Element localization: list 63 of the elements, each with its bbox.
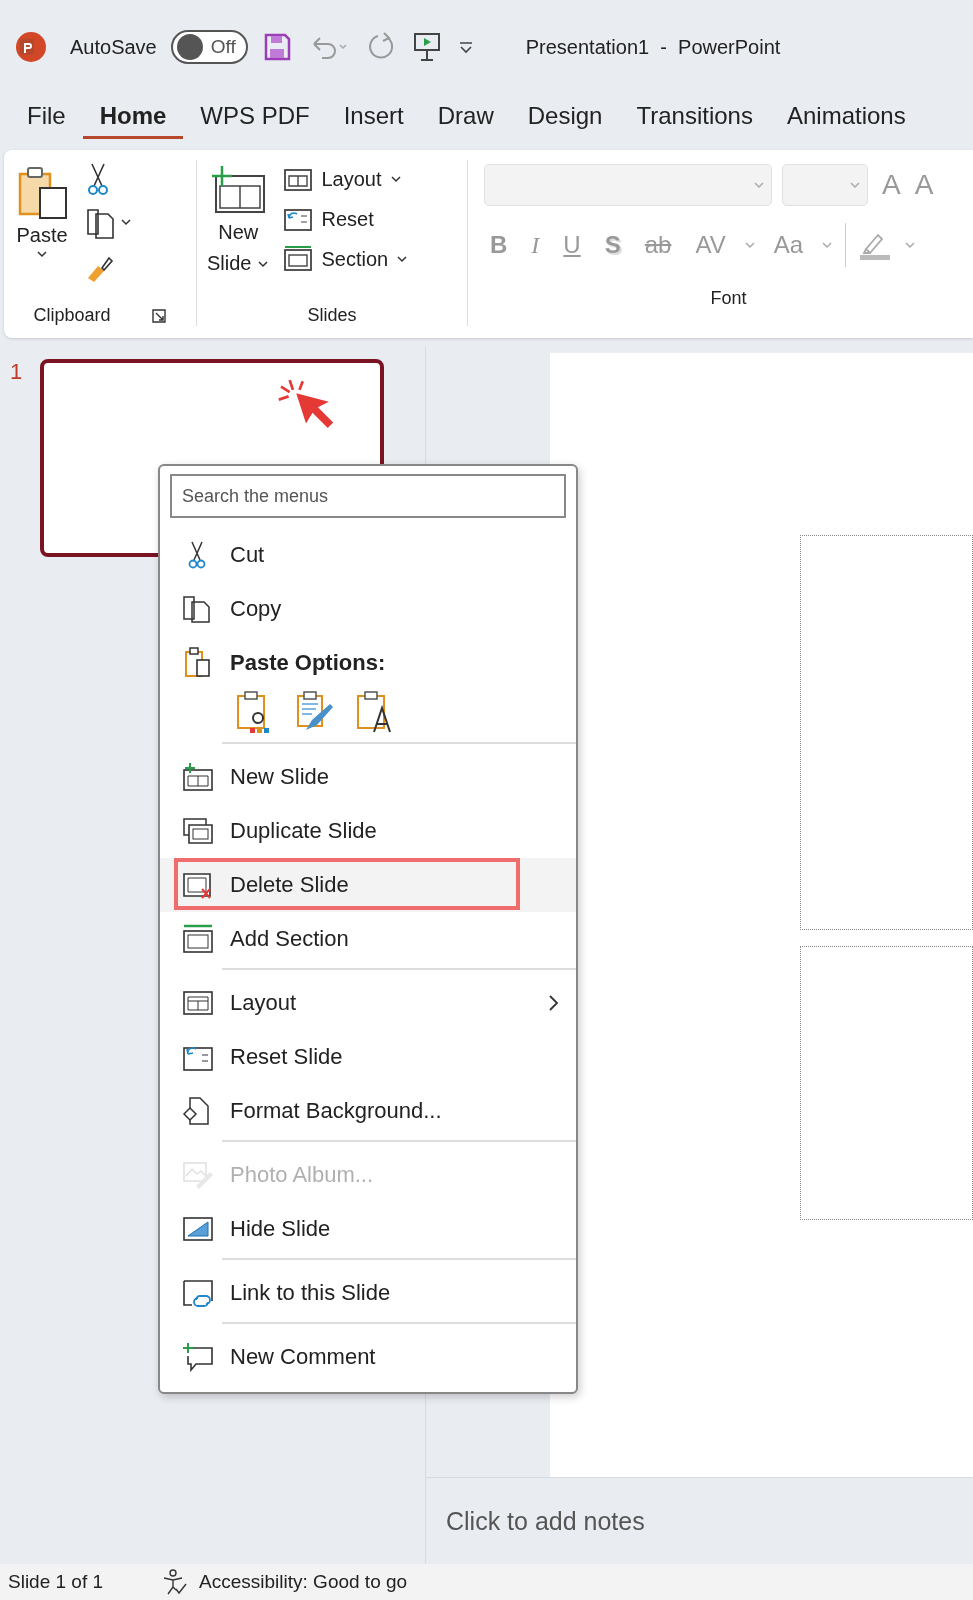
app-logo-icon [14, 30, 48, 64]
slide-count: Slide 1 of 1 [8, 1571, 104, 1593]
duplicate-slide-icon [182, 816, 214, 846]
paste-button[interactable]: Paste [14, 160, 70, 299]
new-comment-icon [182, 1342, 214, 1372]
menu-item[interactable]: Layout [160, 966, 576, 1030]
slide-number: 1 [10, 359, 23, 386]
slide-layout-icon [283, 166, 314, 192]
chevron-down-icon [849, 180, 861, 190]
menu-section-title: Paste Options: [230, 650, 386, 676]
section-icon [182, 924, 214, 954]
accessibility-status[interactable]: Accessibility: Good to go [199, 1571, 408, 1593]
notes-placeholder[interactable]: Click to add notes [446, 1506, 645, 1536]
search-field[interactable]: Search the menus [170, 474, 566, 518]
window-title: Presentation1 - PowerPoint [525, 35, 781, 59]
menu-item[interactable]: Add Section [160, 912, 576, 966]
group-label: Font [710, 288, 747, 309]
ribbon-tab[interactable]: Animations [769, 94, 923, 139]
chevron-down-icon [396, 254, 409, 264]
present-icon[interactable] [411, 31, 442, 63]
ribbon-tab[interactable]: File [10, 94, 83, 139]
menu-item[interactable]: New Comment [160, 1320, 576, 1384]
ribbon-tab[interactable]: Transitions [619, 94, 770, 139]
reset-slide-icon [283, 206, 314, 232]
menu-item[interactable]: Delete Slide [160, 858, 576, 912]
new-slide-button[interactable]: New Slide [207, 160, 270, 299]
ribbon-tab[interactable]: Draw [420, 94, 511, 139]
dialog-launcher-icon[interactable] [150, 307, 167, 324]
delete-slide-icon [182, 870, 214, 900]
group-label: Slides [307, 305, 357, 326]
ribbon-button[interactable]: Section [283, 246, 409, 272]
ribbon-tab[interactable]: WPS PDF [183, 94, 327, 139]
group-label: Clipboard [33, 305, 111, 326]
slide-layout-icon [182, 988, 214, 1018]
chevron-down-icon [753, 180, 765, 190]
ribbon-tab[interactable]: Design [510, 94, 620, 139]
chevron-down-icon [904, 240, 916, 250]
chevron-down-icon [743, 240, 756, 250]
menu-item[interactable]: Copy [160, 582, 576, 636]
menu-item[interactable]: Link to this Slide [160, 1256, 576, 1320]
menu-item[interactable]: Cut [160, 528, 576, 582]
photo-album-icon [182, 1160, 214, 1190]
chevron-down-icon [36, 249, 48, 259]
hide-slide-icon [182, 1214, 214, 1244]
menu-item[interactable]: Hide Slide [160, 1202, 576, 1256]
link-icon [182, 1278, 214, 1308]
chevron-down-icon [257, 258, 270, 269]
ribbon-button[interactable]: Layout [283, 166, 409, 192]
slide-layout-icon [283, 246, 314, 272]
ribbon-button[interactable]: Reset [283, 206, 409, 232]
ribbon-tab[interactable]: Insert [326, 94, 421, 139]
menu-item[interactable]: Format Background... [160, 1084, 576, 1138]
menu-item[interactable]: Reset Slide [160, 1030, 576, 1084]
autosave-toggle[interactable]: Off [170, 30, 248, 64]
chevron-down-icon [821, 240, 833, 250]
ribbon-tab[interactable]: Home [82, 94, 184, 139]
new-slide-icon [182, 762, 214, 792]
menu-item[interactable]: New Slide [160, 740, 576, 804]
copy-icon[interactable] [84, 206, 132, 240]
chevron-right-icon [546, 993, 560, 1013]
chevron-down-icon [389, 174, 402, 184]
menu-item[interactable]: Duplicate Slide [160, 804, 576, 858]
autosave-label: AutoSave [70, 35, 157, 59]
